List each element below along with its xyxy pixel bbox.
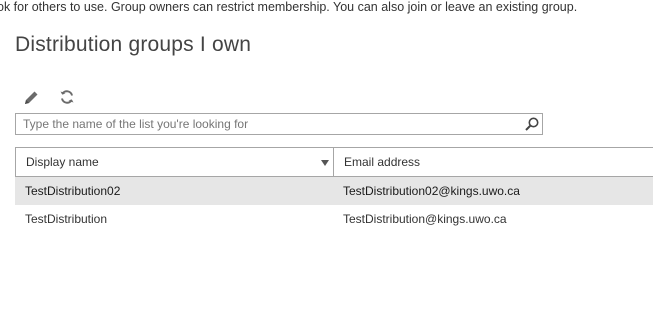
cell-display-name: TestDistribution [25, 212, 108, 226]
search-icon[interactable] [524, 116, 540, 132]
table-row[interactable]: TestDistribution TestDistribution@kings.… [15, 205, 653, 233]
groups-table: Display name Email address TestDistribut… [15, 147, 653, 233]
pencil-icon [24, 91, 37, 104]
cell-display-name: TestDistribution02 [25, 184, 121, 198]
table-header: Display name Email address [15, 147, 653, 177]
page-title: Distribution groups I own [15, 33, 252, 56]
cell-email-address: TestDistribution@kings.uwo.ca [343, 212, 507, 226]
column-header-email-address[interactable]: Email address [334, 148, 653, 176]
toolbar [22, 87, 76, 107]
search-input[interactable] [16, 114, 521, 134]
column-header-label: Email address [344, 155, 421, 169]
table-row[interactable]: TestDistribution02 TestDistribution02@ki… [15, 177, 653, 205]
column-header-label: Display name [26, 155, 99, 169]
refresh-button[interactable] [58, 88, 76, 106]
edit-button[interactable] [22, 88, 40, 106]
sort-arrow-icon [321, 160, 329, 166]
page: ok for others to use. Group owners can r… [0, 0, 653, 324]
search-box [15, 113, 543, 135]
intro-text: ok for others to use. Group owners can r… [0, 0, 578, 14]
cell-email-address: TestDistribution02@kings.uwo.ca [343, 184, 520, 198]
refresh-icon [60, 90, 74, 104]
column-header-display-name[interactable]: Display name [16, 148, 334, 176]
